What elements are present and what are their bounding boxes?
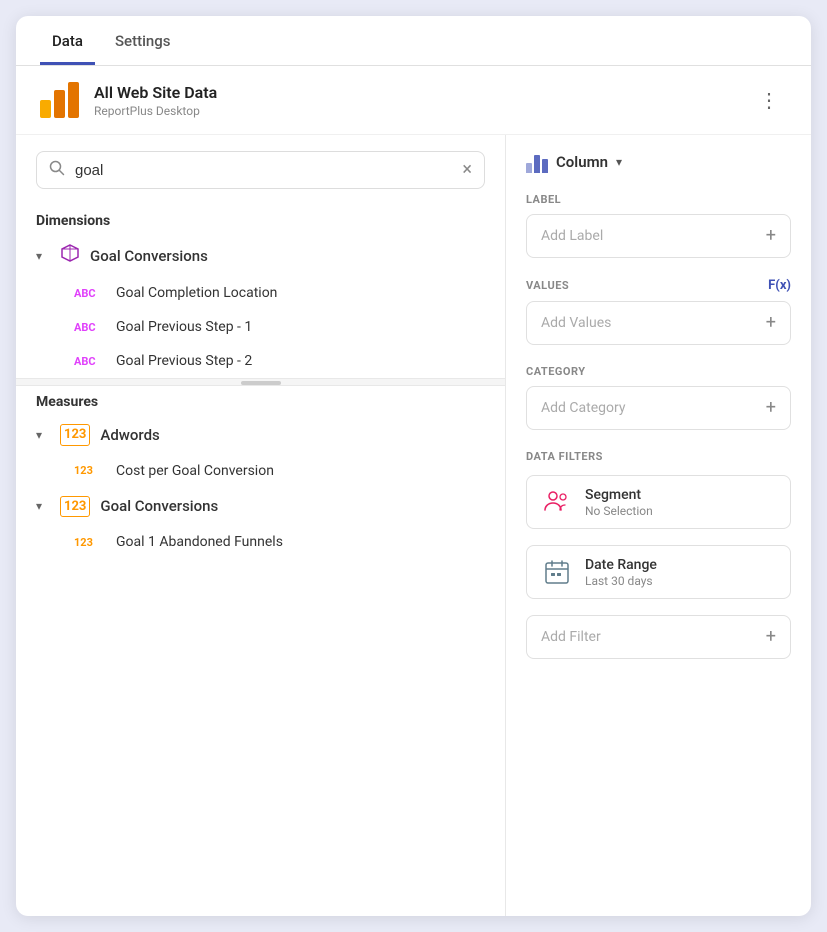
type-badge-num: 123 bbox=[74, 464, 106, 477]
add-category-button[interactable]: Add Category + bbox=[526, 386, 791, 430]
group-label: Adwords bbox=[100, 426, 159, 444]
cube-icon bbox=[60, 243, 80, 268]
datasource-header: All Web Site Data ReportPlus Desktop ⋮ bbox=[16, 66, 811, 135]
add-filter-text: Add Filter bbox=[541, 629, 601, 645]
date-range-filter[interactable]: Date Range Last 30 days bbox=[526, 545, 791, 599]
tab-bar: Data Settings bbox=[16, 16, 811, 66]
values-section-heading: VALUES bbox=[526, 279, 569, 292]
datasource-sub: ReportPlus Desktop bbox=[94, 104, 751, 118]
type-badge-abc: ABC bbox=[74, 355, 106, 368]
datasource-info: All Web Site Data ReportPlus Desktop bbox=[94, 83, 751, 118]
scroll-indicator bbox=[241, 381, 281, 385]
date-range-icon bbox=[541, 556, 573, 588]
chart-type-selector[interactable]: Column ▾ bbox=[526, 151, 791, 173]
clear-search-button[interactable]: × bbox=[462, 161, 472, 179]
list-item[interactable]: 123 Goal 1 Abandoned Funnels bbox=[16, 525, 505, 559]
search-input[interactable] bbox=[75, 162, 452, 179]
main-card: Data Settings All Web Site Data ReportPl… bbox=[16, 16, 811, 916]
left-panel: × Dimensions ▾ Goal Conversions bbox=[16, 135, 506, 916]
item-label: Goal Completion Location bbox=[116, 285, 277, 301]
add-category-text: Add Category bbox=[541, 400, 625, 416]
group-goal-conversions-dim[interactable]: ▾ Goal Conversions bbox=[16, 235, 505, 276]
dimensions-label: Dimensions bbox=[16, 205, 505, 235]
group-label: Goal Conversions bbox=[100, 497, 218, 515]
fields-scroll-area[interactable]: Dimensions ▾ Goal Conversions bbox=[16, 205, 505, 916]
add-values-text: Add Values bbox=[541, 315, 611, 331]
list-item[interactable]: ABC Goal Previous Step - 1 bbox=[16, 310, 505, 344]
category-section: CATEGORY Add Category + bbox=[526, 365, 791, 430]
tab-data[interactable]: Data bbox=[40, 16, 95, 65]
chevron-down-icon: ▾ bbox=[36, 249, 50, 263]
plus-icon: + bbox=[766, 628, 776, 646]
label-section-heading: LABEL bbox=[526, 193, 791, 206]
datasource-name: All Web Site Data bbox=[94, 83, 751, 102]
search-icon bbox=[49, 160, 65, 180]
plus-icon: + bbox=[766, 399, 776, 417]
panel-divider bbox=[16, 378, 505, 386]
add-label-text: Add Label bbox=[541, 228, 603, 244]
date-range-filter-info: Date Range Last 30 days bbox=[585, 557, 776, 588]
segment-filter-name: Segment bbox=[585, 487, 776, 503]
datasource-icon bbox=[40, 82, 80, 118]
list-item[interactable]: ABC Goal Completion Location bbox=[16, 276, 505, 310]
main-content: × Dimensions ▾ Goal Conversions bbox=[16, 135, 811, 916]
add-label-button[interactable]: Add Label + bbox=[526, 214, 791, 258]
brackets-icon: 123 bbox=[60, 496, 90, 518]
date-range-filter-value: Last 30 days bbox=[585, 574, 776, 588]
segment-icon bbox=[541, 486, 573, 518]
type-badge-abc: ABC bbox=[74, 321, 106, 334]
list-item[interactable]: ABC Goal Previous Step - 2 bbox=[16, 344, 505, 378]
category-section-heading: CATEGORY bbox=[526, 365, 791, 378]
values-header: VALUES F(x) bbox=[526, 278, 791, 293]
plus-icon: + bbox=[766, 314, 776, 332]
segment-filter[interactable]: Segment No Selection bbox=[526, 475, 791, 529]
measures-label: Measures bbox=[16, 386, 505, 416]
group-label: Goal Conversions bbox=[90, 247, 208, 265]
segment-filter-info: Segment No Selection bbox=[585, 487, 776, 518]
list-item[interactable]: 123 Cost per Goal Conversion bbox=[16, 454, 505, 488]
segment-filter-value: No Selection bbox=[585, 504, 776, 518]
date-range-filter-name: Date Range bbox=[585, 557, 776, 573]
group-adwords[interactable]: ▾ 123 Adwords bbox=[16, 416, 505, 454]
item-label: Cost per Goal Conversion bbox=[116, 463, 274, 479]
label-section: LABEL Add Label + bbox=[526, 193, 791, 258]
item-label: Goal 1 Abandoned Funnels bbox=[116, 534, 283, 550]
type-badge-abc: ABC bbox=[74, 287, 106, 300]
type-badge-num: 123 bbox=[74, 536, 106, 549]
data-filters-heading: DATA FILTERS bbox=[526, 450, 791, 463]
group-goal-conversions-meas[interactable]: ▾ 123 Goal Conversions bbox=[16, 488, 505, 526]
search-bar: × bbox=[36, 151, 485, 189]
chart-type-label: Column bbox=[556, 153, 608, 171]
values-section: VALUES F(x) Add Values + bbox=[526, 278, 791, 345]
data-filters-section: DATA FILTERS Segment No Selection bbox=[526, 450, 791, 659]
more-button[interactable]: ⋮ bbox=[751, 86, 787, 114]
item-label: Goal Previous Step - 2 bbox=[116, 353, 252, 369]
add-values-button[interactable]: Add Values + bbox=[526, 301, 791, 345]
add-filter-button[interactable]: Add Filter + bbox=[526, 615, 791, 659]
column-chart-icon bbox=[526, 151, 548, 173]
chevron-down-icon: ▾ bbox=[36, 428, 50, 442]
fx-button[interactable]: F(x) bbox=[768, 278, 791, 293]
tab-settings[interactable]: Settings bbox=[103, 16, 183, 65]
chevron-down-icon: ▾ bbox=[36, 499, 50, 513]
chevron-down-icon: ▾ bbox=[616, 155, 622, 169]
item-label: Goal Previous Step - 1 bbox=[116, 319, 252, 335]
brackets-icon: 123 bbox=[60, 424, 90, 446]
right-panel: Column ▾ LABEL Add Label + VALUES F(x) A… bbox=[506, 135, 811, 916]
plus-icon: + bbox=[766, 227, 776, 245]
